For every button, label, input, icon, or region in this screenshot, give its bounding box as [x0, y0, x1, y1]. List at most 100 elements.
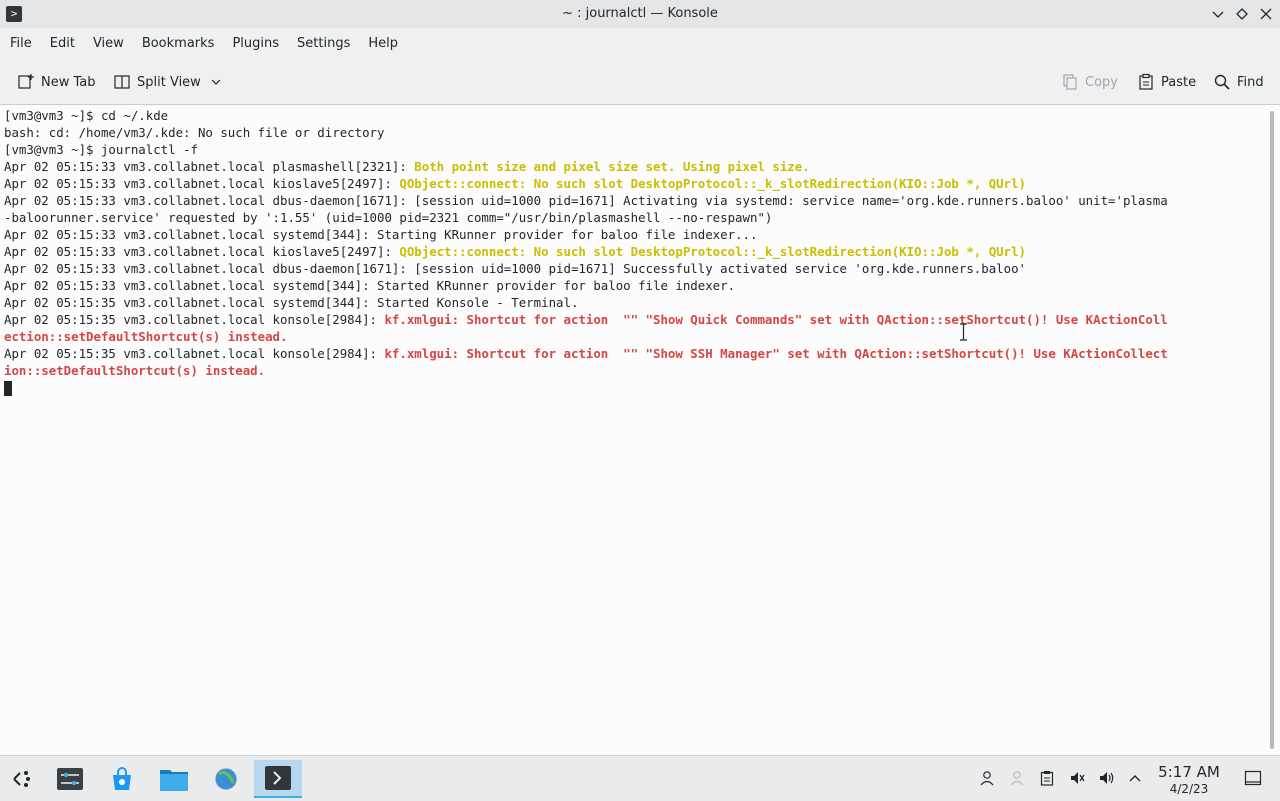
terminal-cursor: [4, 381, 12, 396]
copy-label: Copy: [1085, 74, 1118, 90]
log-message: Both point size and pixel size set. Usin…: [414, 159, 810, 174]
log-prefix: Apr 02 05:15:35 vm3.collabnet.local kons…: [4, 312, 385, 327]
log-message: ection::setDefaultShortcut(s) instead.: [4, 329, 288, 344]
dolphin-icon: [160, 770, 188, 791]
text-cursor-icon: [960, 323, 967, 341]
clock-date: 4/2/23: [1169, 782, 1209, 796]
title-bar: > ~ : journalctl — Konsole: [0, 0, 1280, 28]
chevron-down-icon[interactable]: [207, 73, 225, 91]
menu-file[interactable]: File: [0, 28, 41, 60]
split-view-icon: [113, 73, 131, 91]
window-controls: [1208, 2, 1276, 26]
new-tab-button[interactable]: New Tab: [17, 69, 96, 95]
menu-bookmarks[interactable]: Bookmarks: [133, 28, 224, 60]
terminal-line: ion::setDefaultShortcut(s) instead.: [4, 362, 1168, 379]
log-prefix: bash: cd: /home/vm3/.kde: No such file o…: [4, 125, 385, 140]
taskbar-discover[interactable]: [102, 760, 142, 798]
close-button[interactable]: [1256, 2, 1276, 26]
paste-icon: [1137, 73, 1155, 91]
log-message: ion::setDefaultShortcut(s) instead.: [4, 363, 266, 378]
terminal-line: ection::setDefaultShortcut(s) instead.: [4, 328, 1168, 345]
volume-icon[interactable]: [1098, 769, 1116, 787]
menu-view[interactable]: View: [84, 28, 133, 60]
log-prefix: [vm3@vm3 ~]$ cd ~/.kde: [4, 108, 169, 123]
terminal-line: Apr 02 05:15:33 vm3.collabnet.local dbus…: [4, 192, 1168, 209]
konsole-icon: [265, 766, 291, 790]
terminal-line: [vm3@vm3 ~]$ cd ~/.kde: [4, 107, 1168, 124]
terminal-output: [vm3@vm3 ~]$ cd ~/.kde bash: cd: /home/vm…: [4, 107, 1168, 396]
new-tab-icon: [17, 73, 35, 91]
find-label: Find: [1237, 74, 1264, 90]
menu-settings[interactable]: Settings: [288, 28, 359, 60]
find-button[interactable]: Find: [1213, 69, 1264, 95]
log-message: kf.xmlgui: Shortcut for action "" "Show …: [384, 346, 1168, 361]
terminal-line: Apr 02 05:15:35 vm3.collabnet.local kons…: [4, 345, 1168, 362]
terminal-line: Apr 02 05:15:33 vm3.collabnet.local kios…: [4, 243, 1168, 260]
log-message: kf.xmlgui: Shortcut for action "" "Show …: [384, 312, 1168, 327]
toolbar: New Tab Split View Copy Paste Find: [0, 60, 1280, 105]
terminal-line: bash: cd: /home/vm3/.kde: No such file o…: [4, 124, 1168, 141]
paste-label: Paste: [1161, 74, 1197, 90]
menu-bar: File Edit View Bookmarks Plugins Setting…: [0, 28, 1280, 60]
split-view-button[interactable]: Split View: [113, 69, 225, 95]
terminal-view[interactable]: [vm3@vm3 ~]$ cd ~/.kde bash: cd: /home/vm…: [0, 105, 1264, 755]
log-prefix: Apr 02 05:15:33 vm3.collabnet.local dbus…: [4, 261, 1026, 276]
menu-plugins[interactable]: Plugins: [223, 28, 288, 60]
terminal-line: Apr 02 05:15:35 vm3.collabnet.local syst…: [4, 294, 1168, 311]
menu-edit[interactable]: Edit: [41, 28, 84, 60]
taskbar-system-settings[interactable]: [50, 760, 90, 798]
taskbar-konsole[interactable]: [254, 760, 302, 798]
terminal-prompt-line: [4, 379, 1168, 396]
application-launcher[interactable]: [2, 760, 42, 798]
user-icon[interactable]: [978, 769, 996, 787]
log-prefix: Apr 02 05:15:35 vm3.collabnet.local kons…: [4, 346, 385, 361]
expand-tray-icon[interactable]: [1126, 769, 1144, 787]
clipboard-icon[interactable]: [1038, 769, 1056, 787]
terminal-line: [vm3@vm3 ~]$ journalctl -f: [4, 141, 1168, 158]
application-launcher-icon: [13, 771, 30, 787]
split-view-label: Split View: [137, 74, 201, 90]
log-message: QObject::connect: No such slot DesktopPr…: [399, 244, 1026, 259]
terminal-line: -baloorunner.service' requested by ':1.5…: [4, 209, 1168, 226]
clock-time: 5:17 AM: [1158, 763, 1220, 781]
discover-icon: [113, 767, 131, 790]
log-prefix: Apr 02 05:15:33 vm3.collabnet.local syst…: [4, 278, 736, 293]
terminal-line: Apr 02 05:15:33 vm3.collabnet.local kios…: [4, 175, 1168, 192]
copy-icon: [1061, 73, 1079, 91]
terminal-line: Apr 02 05:15:33 vm3.collabnet.local syst…: [4, 226, 1168, 243]
log-prefix: Apr 02 05:15:35 vm3.collabnet.local syst…: [4, 295, 579, 310]
firefox-icon: [214, 767, 238, 791]
menu-help[interactable]: Help: [359, 28, 407, 60]
maximize-button[interactable]: [1232, 2, 1252, 26]
log-prefix: Apr 02 05:15:33 vm3.collabnet.local syst…: [4, 227, 758, 242]
minimize-button[interactable]: [1208, 2, 1228, 26]
taskbar-firefox[interactable]: [206, 760, 246, 798]
taskbar-dolphin[interactable]: [154, 760, 194, 798]
chevron-down-icon: [1212, 11, 1224, 18]
show-desktop-icon[interactable]: [1244, 769, 1262, 787]
terminal-line: Apr 02 05:15:33 vm3.collabnet.local dbus…: [4, 260, 1168, 277]
terminal-line: Apr 02 05:15:35 vm3.collabnet.local kons…: [4, 311, 1168, 328]
terminal-line: Apr 02 05:15:33 vm3.collabnet.local syst…: [4, 277, 1168, 294]
log-prefix: Apr 02 05:15:33 vm3.collabnet.local kios…: [4, 244, 400, 259]
copy-button[interactable]: Copy: [1061, 69, 1118, 95]
log-prefix: Apr 02 05:15:33 vm3.collabnet.local dbus…: [4, 193, 1168, 208]
log-prefix: -baloorunner.service' requested by ':1.5…: [4, 210, 773, 225]
log-prefix: [vm3@vm3 ~]$ journalctl -f: [4, 142, 198, 157]
digital-clock[interactable]: 5:17 AM 4/2/23: [1156, 762, 1222, 796]
terminal-scrollbar[interactable]: [1264, 105, 1280, 755]
search-icon: [1213, 73, 1231, 91]
log-message: QObject::connect: No such slot DesktopPr…: [399, 176, 1026, 191]
log-prefix: Apr 02 05:15:33 vm3.collabnet.local kios…: [4, 176, 400, 191]
diamond-icon: [1236, 8, 1248, 20]
new-tab-label: New Tab: [41, 74, 96, 90]
terminal-line: Apr 02 05:15:33 vm3.collabnet.local plas…: [4, 158, 1168, 175]
scrollbar-thumb[interactable]: [1270, 111, 1274, 749]
system-settings-icon: [57, 768, 83, 790]
network-icon[interactable]: [1008, 769, 1026, 787]
log-prefix: Apr 02 05:15:33 vm3.collabnet.local plas…: [4, 159, 415, 174]
close-icon: [1260, 8, 1272, 20]
taskbar: 5:17 AM 4/2/23: [0, 755, 1280, 801]
muted-mic-icon[interactable]: [1068, 769, 1086, 787]
paste-button[interactable]: Paste: [1137, 69, 1196, 95]
